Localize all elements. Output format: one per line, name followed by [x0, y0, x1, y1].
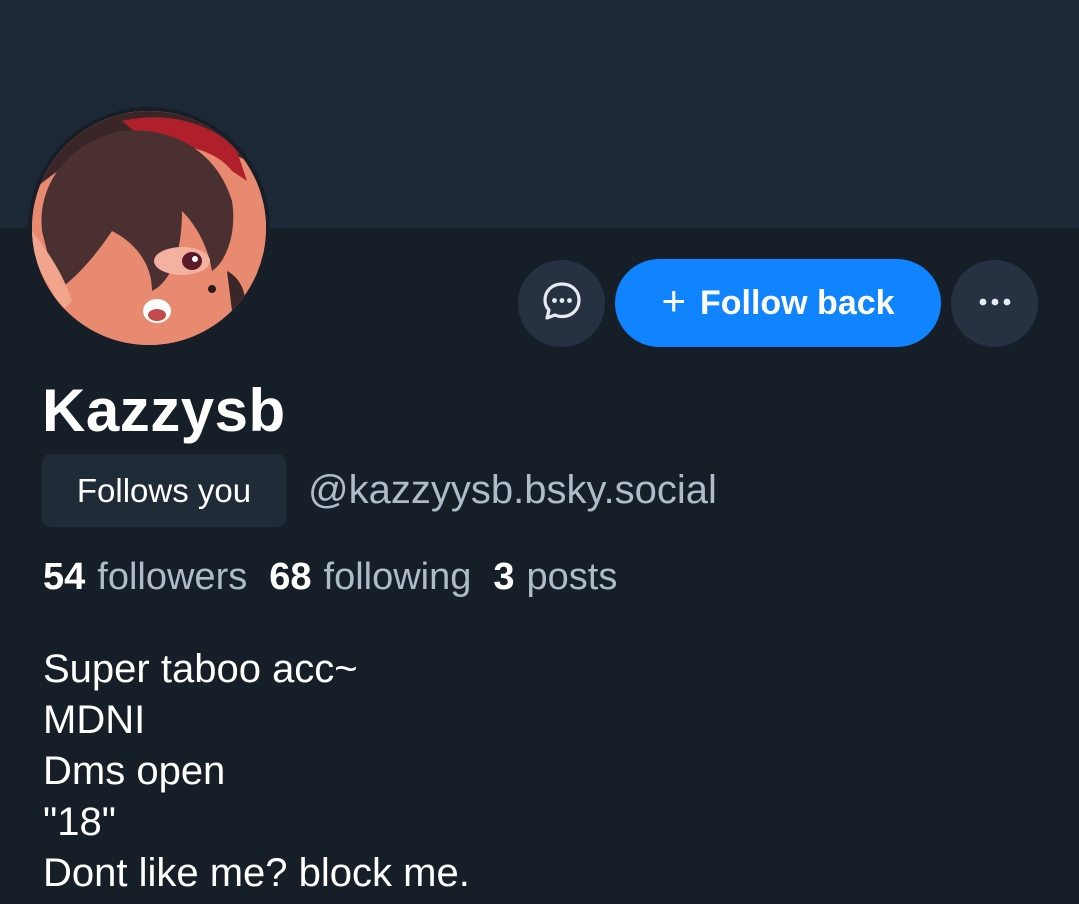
display-name: Kazzysb [42, 377, 286, 444]
followers-stat[interactable]: 54 followers [43, 556, 247, 599]
message-button[interactable] [518, 260, 605, 347]
following-stat[interactable]: 68 following [269, 556, 471, 599]
bio-line: "18" [43, 800, 116, 844]
profile-handle[interactable]: @kazzyysb.bsky.social [308, 468, 717, 513]
profile-page: + Follow back Kazzysb Follows you @kazzy… [0, 0, 1079, 904]
follow-back-button[interactable]: + Follow back [615, 259, 941, 347]
follow-back-label: Follow back [699, 283, 895, 322]
plus-icon: + [661, 277, 686, 324]
avatar[interactable] [28, 107, 270, 349]
posts-count: 3 [493, 556, 515, 598]
following-label: following [323, 556, 472, 598]
posts-label: posts [526, 556, 618, 598]
bio-line: MDNI [43, 698, 146, 742]
ellipsis-icon [975, 295, 1015, 313]
bio-line: Dont like me? block me. [43, 851, 470, 895]
bio-line: Dms open [43, 749, 226, 793]
bio-line: Super taboo acc~ [43, 647, 358, 691]
profile-bio: Super taboo acc~ MDNI Dms open "18" Dont… [43, 644, 470, 899]
followers-count: 54 [43, 556, 86, 598]
chat-bubble-icon [541, 280, 583, 327]
followers-label: followers [97, 556, 248, 598]
following-count: 68 [269, 556, 312, 598]
posts-stat: 3 posts [493, 556, 617, 599]
profile-stats: 54 followers 68 following 3 posts [43, 556, 617, 599]
follows-you-badge: Follows you [42, 454, 286, 527]
avatar-image [32, 111, 266, 345]
more-options-button[interactable] [951, 260, 1038, 347]
